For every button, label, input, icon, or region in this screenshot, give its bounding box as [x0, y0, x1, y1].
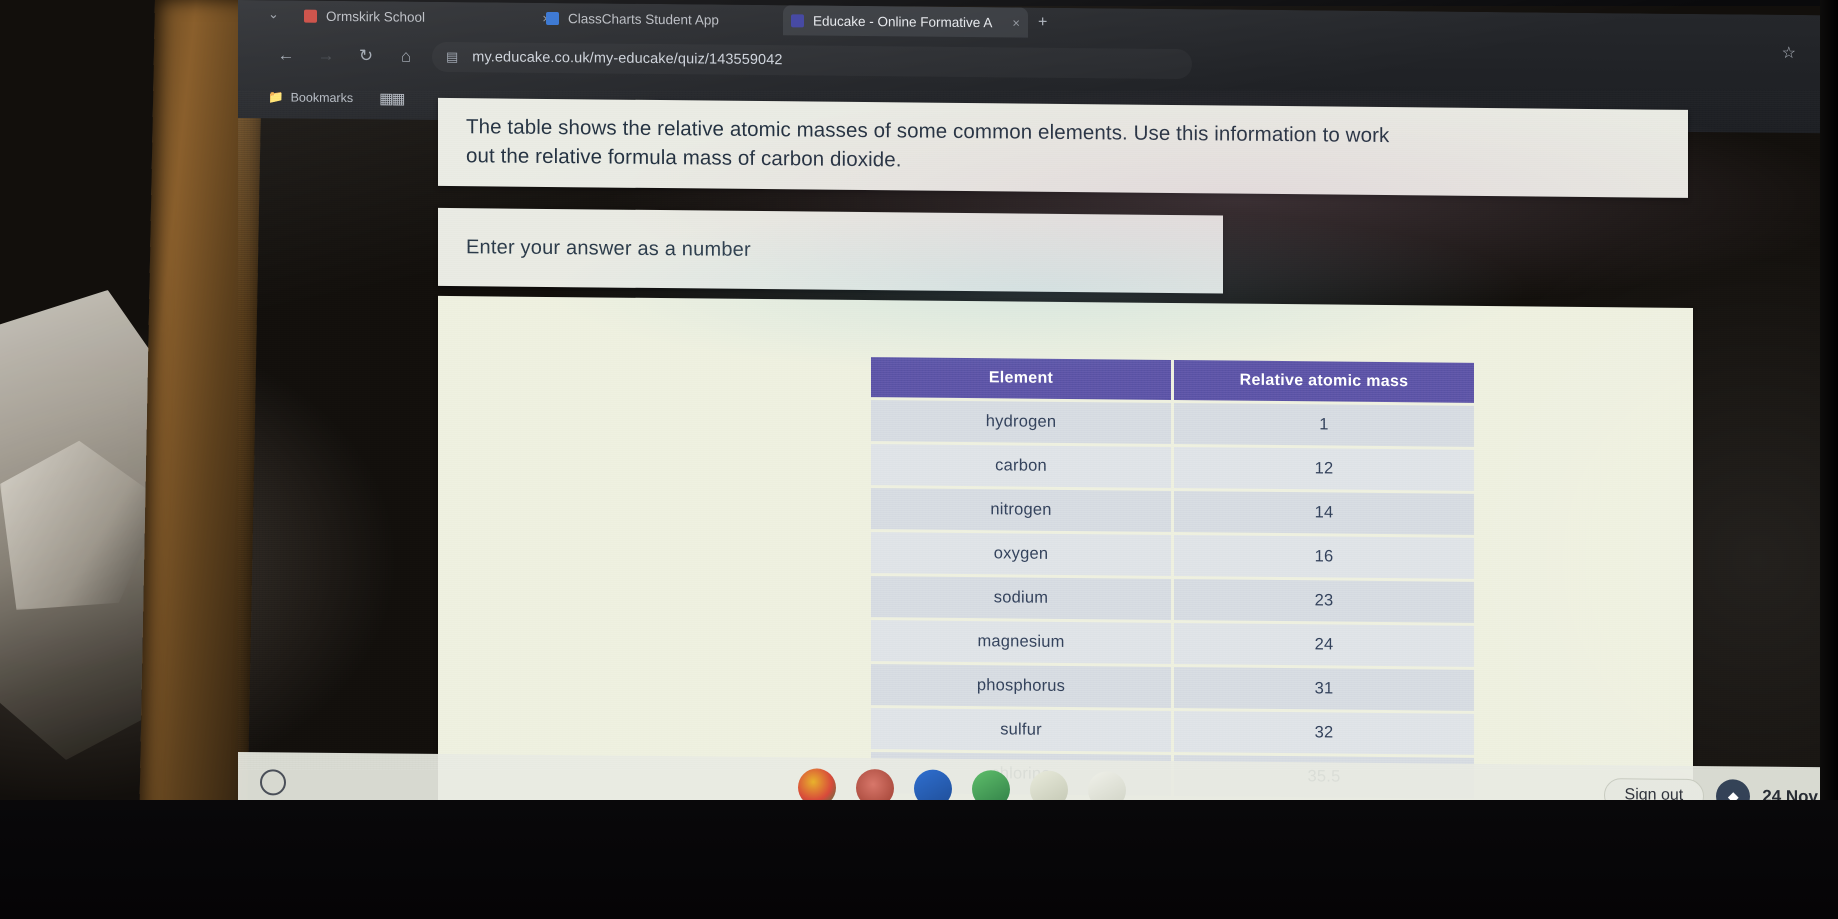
bookmarks-folder[interactable]: 📁 Bookmarks — [268, 90, 353, 106]
cell-element: carbon — [871, 444, 1171, 488]
cell-element: phosphorus — [871, 664, 1171, 708]
cell-element: nitrogen — [871, 488, 1171, 532]
table-header-relative-atomic-mass: Relative atomic mass — [1174, 359, 1474, 403]
question-card: The table shows the relative atomic mass… — [438, 97, 1688, 198]
address-bar[interactable]: ▤ my.educake.co.uk/my-educake/quiz/14355… — [432, 42, 1192, 79]
tab-favicon-icon — [791, 13, 804, 27]
answer-input-placeholder: Enter your answer as a number — [466, 235, 751, 261]
relative-atomic-mass-table: Element Relative atomic mass hydrogen 1 … — [868, 354, 1477, 802]
table-row: nitrogen 14 — [871, 488, 1474, 535]
table-row: magnesium 24 — [871, 620, 1474, 667]
laptop-screen: ⌄ Ormskirk School × ClassCharts Student … — [238, 0, 1838, 816]
cell-mass: 32 — [1174, 710, 1474, 755]
tab-title: Ormskirk School — [326, 8, 426, 25]
apps-grid-icon[interactable]: ▦▦ — [379, 89, 403, 107]
tab-favicon-icon — [546, 11, 559, 25]
bookmarks-folder-label: Bookmarks — [290, 90, 354, 106]
launcher-button[interactable] — [260, 769, 286, 796]
new-tab-button[interactable]: + — [1038, 14, 1047, 32]
answer-input-field[interactable]: Enter your answer as a number — [438, 207, 1223, 294]
address-bar-url: my.educake.co.uk/my-educake/quiz/1435590… — [472, 49, 783, 69]
tab-title: ClassCharts Student App — [568, 10, 719, 28]
back-button[interactable]: ← — [266, 45, 306, 65]
reference-table-card: Element Relative atomic mass hydrogen 1 … — [438, 295, 1693, 816]
tab-classcharts-student-app[interactable]: ClassCharts Student App × — [538, 3, 808, 36]
folder-icon: 📁 — [268, 89, 284, 104]
table-row: phosphorus 31 — [871, 664, 1474, 711]
table-row: sodium 23 — [871, 576, 1474, 623]
photo-dark-edge-right — [1820, 0, 1838, 919]
tab-educake[interactable]: Educake - Online Formative A × — [783, 5, 1028, 38]
cell-element: oxygen — [871, 532, 1171, 576]
table-header-element: Element — [871, 357, 1171, 400]
reload-button[interactable]: ↻ — [346, 46, 386, 66]
table-row: carbon 12 — [871, 444, 1474, 491]
table-row: oxygen 16 — [871, 532, 1474, 579]
tab-favicon-icon — [304, 9, 317, 23]
table-row: sulfur 32 — [871, 708, 1474, 755]
cell-element: sodium — [871, 576, 1171, 620]
tab-search-chevron-icon[interactable]: ⌄ — [268, 6, 279, 22]
tab-ormskirk-school[interactable]: Ormskirk School × — [296, 1, 558, 34]
cell-element: sulfur — [871, 708, 1171, 752]
cell-mass: 14 — [1174, 490, 1474, 535]
cell-mass: 16 — [1174, 534, 1474, 579]
table-row: hydrogen 1 — [871, 400, 1474, 447]
forward-button: → — [317, 45, 335, 65]
cell-mass: 24 — [1174, 622, 1474, 667]
cell-mass: 1 — [1174, 402, 1474, 447]
tab-title: Educake - Online Formative A — [813, 13, 993, 30]
table-header-row: Element Relative atomic mass — [871, 357, 1474, 403]
home-button[interactable]: ⌂ — [386, 46, 426, 66]
cell-mass: 12 — [1174, 446, 1474, 491]
cell-mass: 31 — [1174, 666, 1474, 711]
photo-dark-edge-bottom — [0, 800, 1838, 919]
site-info-icon[interactable]: ▤ — [446, 49, 458, 65]
educake-quiz-page: The table shows the relative atomic mass… — [238, 97, 1838, 816]
bookmark-star-icon[interactable]: ☆ — [1782, 43, 1796, 63]
cell-mass: 23 — [1174, 578, 1474, 623]
cell-element: hydrogen — [871, 400, 1171, 444]
cell-element: magnesium — [871, 620, 1171, 664]
tab-close-icon[interactable]: × — [1012, 15, 1020, 30]
